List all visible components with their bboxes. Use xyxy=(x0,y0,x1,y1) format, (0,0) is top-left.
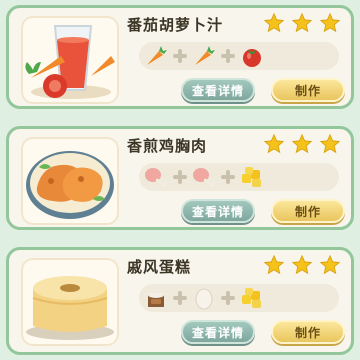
star-icon xyxy=(291,133,313,154)
make-button[interactable]: 制作 xyxy=(271,320,345,344)
star-icon xyxy=(291,12,313,33)
chicken-leg-icon xyxy=(191,164,217,190)
rating-stars xyxy=(263,254,341,276)
egg-icon xyxy=(191,285,217,311)
chiffon-cake-image xyxy=(21,258,119,346)
ingredient-bar xyxy=(139,163,339,191)
tomato-icon xyxy=(239,43,265,69)
butter-cubes-icon xyxy=(239,164,265,190)
plus-icon xyxy=(217,45,239,67)
star-icon xyxy=(263,254,285,275)
recipe-title: 香煎鸡胸肉 xyxy=(127,137,208,155)
recipe-card-1[interactable]: 番茄胡萝卜汁 查看详情 制作 xyxy=(6,5,354,109)
rating-stars xyxy=(263,12,341,34)
make-button[interactable]: 制作 xyxy=(271,199,345,223)
carrot-icon xyxy=(191,43,217,69)
plus-icon xyxy=(217,287,239,309)
make-button[interactable]: 制作 xyxy=(271,78,345,102)
recipe-card-3[interactable]: 戚风蛋糕 查看详情 制作 xyxy=(6,247,354,355)
recipe-card-2[interactable]: 香煎鸡胸肉 查看详情 制作 xyxy=(6,126,354,230)
recipe-title: 番茄胡萝卜汁 xyxy=(127,16,224,34)
chicken-leg-icon xyxy=(143,164,169,190)
plus-icon xyxy=(169,45,191,67)
star-icon xyxy=(263,12,285,33)
recipe-title: 戚风蛋糕 xyxy=(127,258,192,276)
ingredient-bar xyxy=(139,42,339,70)
plus-icon xyxy=(169,287,191,309)
ingredient-bar xyxy=(139,284,339,312)
star-icon xyxy=(291,254,313,275)
plus-icon xyxy=(217,166,239,188)
tomato-carrot-juice-image xyxy=(21,16,119,104)
rating-stars xyxy=(263,133,341,155)
star-icon xyxy=(319,12,341,33)
star-icon xyxy=(319,254,341,275)
star-icon xyxy=(263,133,285,154)
butter-cubes-icon xyxy=(239,285,265,311)
pan-fried-chicken-breast-image xyxy=(21,137,119,225)
carrot-icon xyxy=(143,43,169,69)
plus-icon xyxy=(169,166,191,188)
view-details-button[interactable]: 查看详情 xyxy=(181,320,255,344)
view-details-button[interactable]: 查看详情 xyxy=(181,78,255,102)
flour-sack-icon xyxy=(143,285,169,311)
view-details-button[interactable]: 查看详情 xyxy=(181,199,255,223)
star-icon xyxy=(319,133,341,154)
